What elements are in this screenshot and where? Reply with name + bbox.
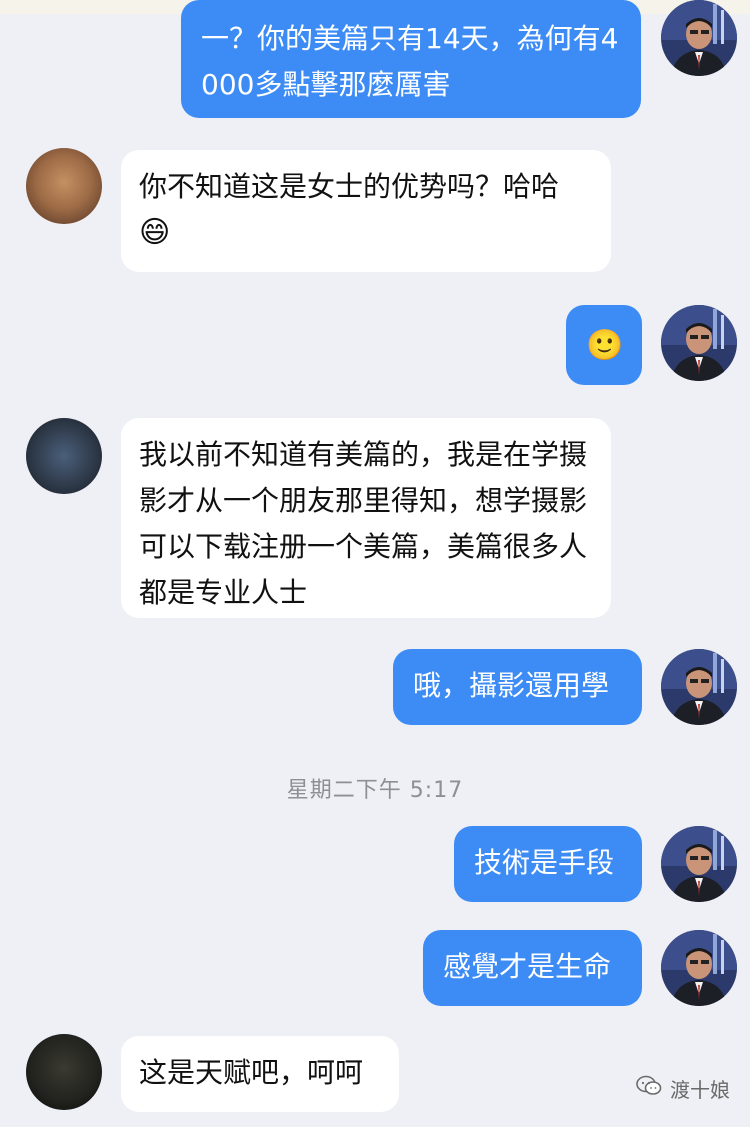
self-avatar[interactable] bbox=[661, 0, 737, 76]
self-avatar[interactable] bbox=[661, 930, 737, 1006]
watermark: 渡十娘 bbox=[636, 1074, 730, 1103]
incoming-message[interactable]: 你不知道这是女士的优势吗？哈哈 😄 bbox=[121, 150, 611, 272]
message-text: 哦，攝影還用學 bbox=[413, 669, 610, 702]
man-in-suit-avatar-icon bbox=[661, 305, 737, 381]
watermark-text: 渡十娘 bbox=[670, 1078, 730, 1102]
message-text: 这是天赋吧，呵呵 bbox=[139, 1056, 364, 1089]
self-avatar[interactable] bbox=[661, 649, 737, 725]
self-avatar[interactable] bbox=[661, 305, 737, 381]
message-text: 一？你的美篇只有14天，為何有4000多點擊那麼厲害 bbox=[201, 22, 619, 101]
self-avatar[interactable] bbox=[661, 826, 737, 902]
outgoing-message[interactable]: 感覺才是生命 bbox=[423, 930, 642, 1006]
other-avatar[interactable] bbox=[26, 418, 102, 494]
message-timestamp: 星期二下午 5:17 bbox=[286, 778, 464, 803]
man-in-suit-avatar-icon bbox=[661, 0, 737, 76]
blurred-photo-avatar-icon bbox=[26, 418, 102, 494]
message-text: 感覺才是生命 bbox=[443, 950, 612, 983]
blurred-photo-avatar-icon bbox=[26, 1034, 102, 1110]
wechat-icon bbox=[636, 1075, 662, 1102]
man-in-suit-avatar-icon bbox=[661, 826, 737, 902]
incoming-message[interactable]: 这是天赋吧，呵呵 bbox=[121, 1036, 399, 1112]
message-text: 我以前不知道有美篇的，我是在学摄影才从一个朋友那里得知，想学摄影可以下载注册一个… bbox=[139, 438, 588, 609]
man-in-suit-avatar-icon bbox=[661, 930, 737, 1006]
outgoing-message[interactable]: 🙂 bbox=[566, 305, 642, 385]
blurred-photo-avatar-icon bbox=[26, 148, 102, 224]
other-avatar[interactable] bbox=[26, 1034, 102, 1110]
message-text: 你不知道这是女士的优势吗？哈哈 bbox=[139, 170, 560, 203]
incoming-message[interactable]: 我以前不知道有美篇的，我是在学摄影才从一个朋友那里得知，想学摄影可以下载注册一个… bbox=[121, 418, 611, 618]
grinning-face-emoji-icon: 😄 bbox=[139, 215, 171, 250]
man-in-suit-avatar-icon bbox=[661, 649, 737, 725]
outgoing-message[interactable]: 哦，攝影還用學 bbox=[393, 649, 642, 725]
outgoing-message[interactable]: 技術是手段 bbox=[454, 826, 642, 902]
slightly-smiling-face-emoji-icon: 🙂 bbox=[586, 328, 624, 363]
outgoing-message[interactable]: 一？你的美篇只有14天，為何有4000多點擊那麼厲害 bbox=[181, 0, 641, 118]
other-avatar[interactable] bbox=[26, 148, 102, 224]
message-text: 技術是手段 bbox=[474, 846, 615, 879]
